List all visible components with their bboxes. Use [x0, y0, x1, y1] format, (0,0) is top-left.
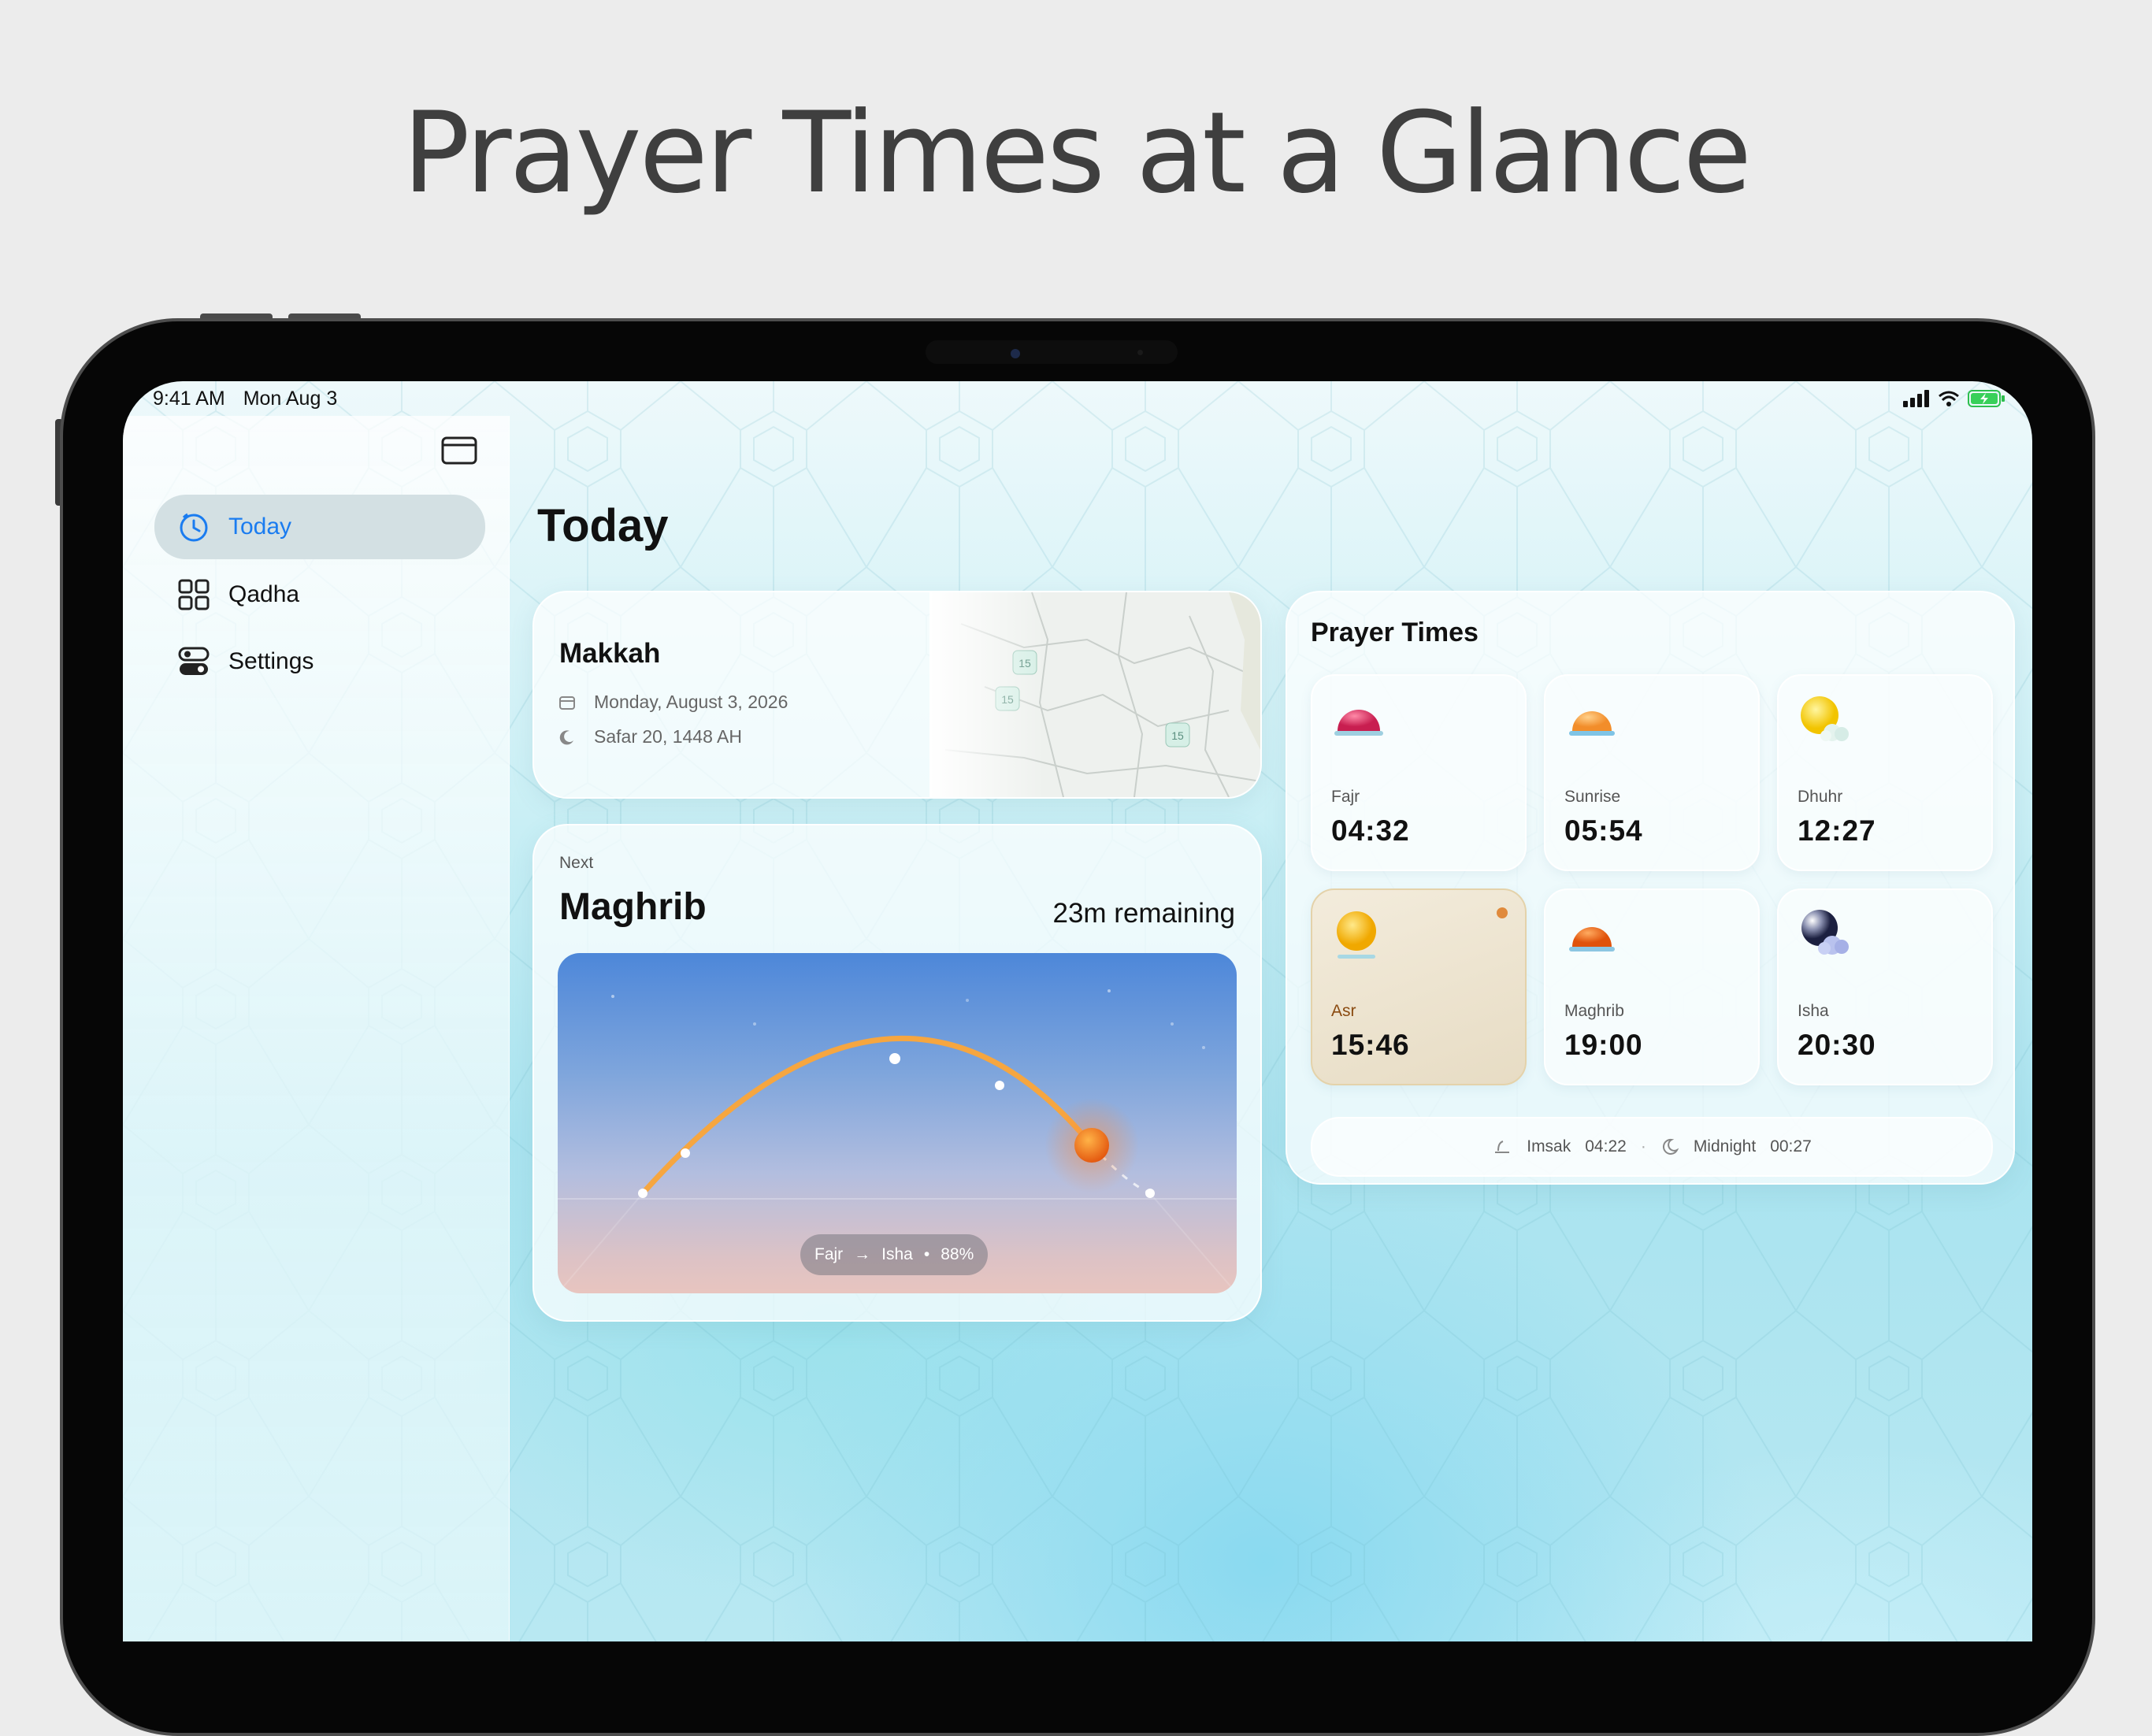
gregorian-date: Monday, August 3, 2026	[594, 692, 788, 712]
battery-icon	[1968, 390, 2005, 407]
prayer-tile-isha[interactable]: Isha 20:30	[1777, 888, 1993, 1085]
headline: Prayer Times at a Glance	[402, 88, 1752, 218]
sun-arc-path	[640, 1035, 1095, 1196]
arc-marker-dhuhr	[889, 1053, 900, 1064]
next-prayer-card[interactable]: Next Maghrib 23m remaining Fajr → Isha •…	[532, 824, 1262, 1322]
status-date: Mon Aug 3	[243, 388, 338, 410]
gregorian-date-row: Monday, August 3, 2026	[559, 692, 788, 713]
cellular-icon	[1903, 390, 1929, 407]
sun-cloud-icon	[1801, 696, 1849, 741]
extra-times-bar: Imsak 04:22 · Midnight 00:27	[1311, 1117, 1993, 1177]
prayer-times-title: Prayer Times	[1311, 618, 1479, 647]
prayer-time: 04:32	[1331, 814, 1410, 847]
midnight-moon-icon	[1662, 1138, 1679, 1155]
prayer-name: Maghrib	[1564, 1002, 1624, 1020]
prayer-time: 19:00	[1564, 1029, 1643, 1061]
sidebar-item-label: Qadha	[228, 581, 300, 607]
next-label: Next	[559, 854, 594, 872]
prayer-tile-sunrise[interactable]: Sunrise 05:54	[1544, 674, 1760, 871]
sun-arc-visualization: Fajr → Isha • 88%	[558, 953, 1237, 1293]
sun-icon	[1074, 1128, 1109, 1163]
prayer-time: 20:30	[1798, 1029, 1876, 1061]
prayer-time: 12:27	[1798, 814, 1876, 847]
arc-marker-sunrise	[681, 1148, 690, 1158]
screen: 9:41 AM Mon Aug 3 Today Qadha Settings T…	[123, 381, 2032, 1641]
time-remaining: 23m remaining	[1052, 898, 1236, 929]
prayer-name: Sunrise	[1564, 788, 1621, 806]
sidebar-toggle-icon[interactable]	[441, 436, 477, 465]
prayer-tile-maghrib[interactable]: Maghrib 19:00	[1544, 888, 1760, 1085]
page-title: Today	[537, 500, 669, 551]
imsak-icon	[1495, 1141, 1510, 1153]
prayer-name: Dhuhr	[1798, 788, 1843, 806]
sidebar-item-label: Today	[228, 514, 292, 540]
next-prayer-name: Maghrib	[559, 886, 707, 928]
sidebar-item-label: Settings	[228, 648, 314, 674]
sun-icon	[1337, 911, 1376, 959]
arc-marker-asr	[995, 1081, 1004, 1090]
separator: ·	[1640, 1137, 1646, 1155]
imsak-time: 04:22	[1585, 1137, 1627, 1155]
sunset-icon	[1569, 927, 1615, 951]
calendar-icon	[559, 695, 578, 710]
sensor	[1137, 350, 1143, 355]
toggles-icon	[178, 646, 210, 677]
grid-icon	[178, 579, 210, 610]
hijri-date-row: Safar 20, 1448 AH	[559, 726, 742, 747]
arc-marker-fajr	[638, 1189, 647, 1198]
status-time: 9:41 AM	[153, 388, 225, 410]
hijri-date: Safar 20, 1448 AH	[594, 726, 742, 747]
city-name: Makkah	[559, 638, 661, 669]
sidebar: Today Qadha Settings	[123, 416, 510, 1641]
current-prayer-indicator	[1497, 907, 1508, 918]
imsak-label: Imsak	[1527, 1137, 1571, 1155]
sidebar-item-today[interactable]: Today	[154, 495, 485, 559]
dawn-sun-icon	[1334, 710, 1383, 736]
midnight-label: Midnight	[1693, 1137, 1757, 1155]
wifi-icon	[1939, 391, 1959, 406]
sidebar-item-qadha[interactable]: Qadha	[154, 562, 485, 627]
moon-cloud-icon	[1801, 910, 1849, 955]
prayer-time: 15:46	[1331, 1029, 1410, 1061]
arc-to: Isha	[881, 1245, 913, 1263]
prayer-name: Asr	[1331, 1002, 1356, 1020]
status-indicators	[1903, 389, 2005, 408]
prayer-times-card: Prayer Times Fajr 04:32 Sunrise 05:54 Dh…	[1286, 591, 2015, 1185]
prayer-name: Isha	[1798, 1002, 1829, 1020]
arc-progress-pill: Fajr → Isha • 88%	[800, 1234, 989, 1275]
arrow-right-icon: →	[854, 1245, 871, 1263]
prayer-tile-dhuhr[interactable]: Dhuhr 12:27	[1777, 674, 1993, 871]
prayer-tile-asr[interactable]: Asr 15:46	[1311, 888, 1527, 1085]
map-thumbnail: 15 15 15	[929, 592, 1260, 797]
bullet-separator: •	[923, 1245, 930, 1263]
location-card[interactable]: 15 15 15 Makkah Monday, August 3, 2026 S…	[532, 591, 1262, 799]
camera	[1011, 349, 1020, 358]
prayer-tile-fajr[interactable]: Fajr 04:32	[1311, 674, 1527, 871]
status-bar: 9:41 AM Mon Aug 3	[153, 388, 350, 410]
arc-marker-isha	[1145, 1189, 1155, 1198]
arc-progress: 88%	[941, 1245, 974, 1263]
midnight-time: 00:27	[1770, 1137, 1812, 1155]
prayer-time: 05:54	[1564, 814, 1643, 847]
sidebar-item-settings[interactable]: Settings	[154, 629, 485, 694]
arc-from: Fajr	[814, 1245, 844, 1263]
clock-icon	[178, 511, 210, 543]
crescent-moon-icon	[559, 729, 578, 745]
prayer-name: Fajr	[1331, 788, 1360, 806]
sunrise-icon	[1569, 711, 1615, 736]
